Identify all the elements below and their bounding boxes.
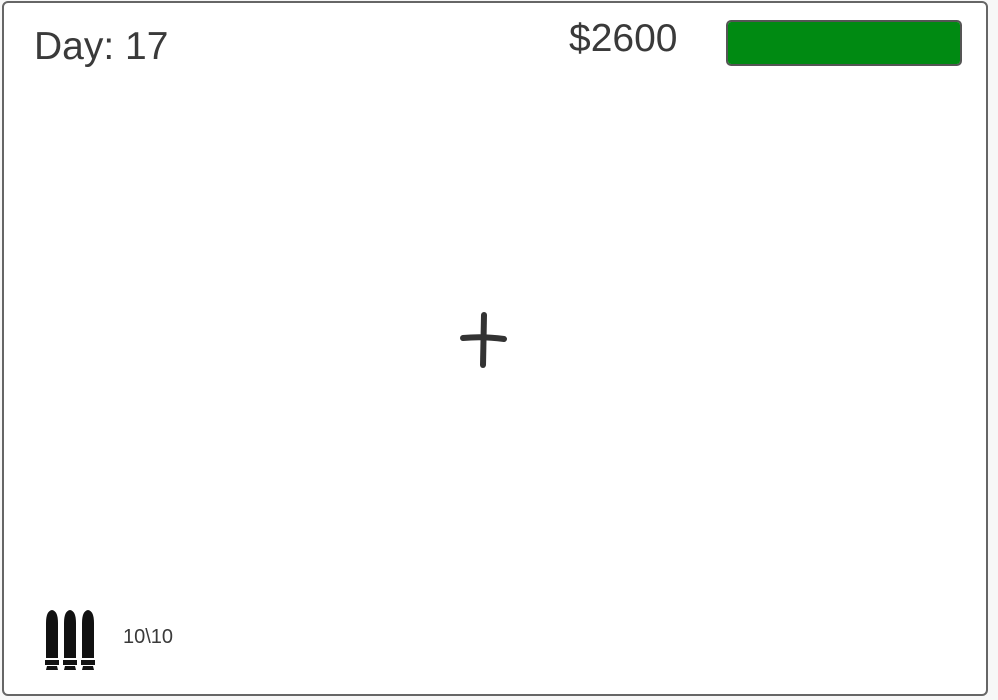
health-bar-fill — [728, 22, 960, 64]
crosshair-icon — [460, 312, 507, 368]
ammo-counter: 10\10 — [123, 626, 174, 648]
money-display: $2600 — [569, 17, 678, 60]
health-bar — [726, 20, 962, 66]
bullets-icon — [45, 610, 95, 670]
game-canvas[interactable]: Day: 17 $2600 10\10 — [2, 1, 988, 696]
day-counter: Day: 17 — [34, 25, 169, 68]
